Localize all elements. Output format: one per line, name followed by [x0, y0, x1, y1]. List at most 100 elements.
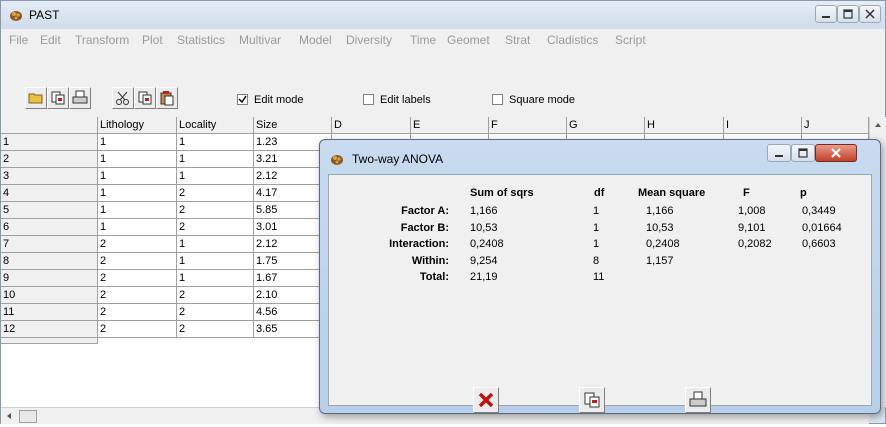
row-header[interactable]: 12	[1, 321, 98, 338]
cut-button[interactable]	[112, 87, 134, 109]
window-title: PAST	[29, 8, 60, 22]
print-button[interactable]	[69, 87, 91, 109]
grid-cell[interactable]: 2	[177, 321, 254, 338]
dialog-title: Two-way ANOVA	[352, 152, 444, 166]
grid-cell[interactable]: 2	[177, 202, 254, 219]
past-logo-icon	[331, 155, 343, 165]
scroll-left-icon[interactable]	[1, 408, 17, 424]
grid-cell[interactable]: 2	[98, 287, 177, 304]
anova-value-p: 0,3449	[802, 205, 836, 217]
row-header[interactable]: 1	[1, 134, 98, 151]
grid-cell[interactable]: 2	[177, 185, 254, 202]
column-header[interactable]: Locality	[177, 117, 254, 134]
anova-value-f: 1,008	[738, 205, 766, 217]
header-p: p	[800, 187, 807, 199]
grid-cell[interactable]: 1	[177, 134, 254, 151]
grid-cell[interactable]: 1	[177, 168, 254, 185]
menu-model[interactable]: Model	[299, 33, 332, 47]
header-mean-square: Mean square	[638, 187, 706, 199]
red-x-icon	[478, 392, 494, 408]
column-header[interactable]: D	[332, 117, 411, 134]
menu-edit[interactable]: Edit	[40, 33, 61, 47]
grid-cell[interactable]: 2	[177, 304, 254, 321]
grid-corner[interactable]	[1, 117, 98, 134]
row-header[interactable]: 3	[1, 168, 98, 185]
row-header[interactable]: 8	[1, 253, 98, 270]
menu-strat[interactable]: Strat	[505, 33, 530, 47]
menu-multivar[interactable]: Multivar	[239, 33, 281, 47]
grid-cell[interactable]: 2	[98, 304, 177, 321]
anova-value-ms: 10,53	[646, 221, 674, 234]
open-button[interactable]	[25, 87, 47, 109]
grid-cell[interactable]: 1	[177, 270, 254, 287]
edit-mode-label: Edit mode	[254, 94, 304, 106]
row-header[interactable]: 2	[1, 151, 98, 168]
menu-geomet[interactable]: Geomet	[447, 33, 490, 47]
minimize-button[interactable]	[815, 5, 837, 23]
grid-cell[interactable]: 2	[98, 236, 177, 253]
row-header[interactable]: 5	[1, 202, 98, 219]
dialog-close-button[interactable]	[815, 144, 857, 162]
menu-transform[interactable]: Transform	[75, 33, 129, 47]
grid-cell[interactable]: 1	[177, 151, 254, 168]
square-mode-box	[492, 94, 503, 105]
menu-time[interactable]: Time	[410, 33, 436, 47]
grid-cell[interactable]: 2	[177, 287, 254, 304]
menu-cladistics[interactable]: Cladistics	[547, 33, 598, 47]
dialog-maximize-button[interactable]	[791, 144, 815, 162]
grid-cell[interactable]: 2	[98, 253, 177, 270]
close-button[interactable]	[859, 5, 881, 23]
paste-button[interactable]	[156, 87, 178, 109]
column-header[interactable]: H	[645, 117, 724, 134]
past-logo-icon	[10, 11, 22, 21]
row-header[interactable]: 7	[1, 236, 98, 253]
grid-cell[interactable]: 1	[98, 168, 177, 185]
copy-results-button[interactable]	[579, 387, 605, 413]
row-header[interactable]: 10	[1, 287, 98, 304]
anova-value-df: 8	[593, 254, 600, 267]
grid-cell[interactable]: 1	[98, 151, 177, 168]
column-header[interactable]: J	[802, 117, 869, 134]
grid-cell[interactable]: 2	[98, 270, 177, 287]
anova-value-ss: 10,53	[470, 221, 498, 234]
grid-cell[interactable]: 1	[98, 202, 177, 219]
anova-value-ms: 1,166	[646, 205, 674, 217]
scroll-thumb[interactable]	[19, 410, 37, 423]
column-header[interactable]: Lithology	[98, 117, 177, 134]
dialog-minimize-button[interactable]	[767, 144, 791, 162]
close-dialog-button[interactable]	[473, 387, 499, 413]
copy-icon	[51, 91, 65, 105]
toolbar: Edit mode Edit labels Square mode	[1, 51, 885, 117]
grid-cell[interactable]: 1	[177, 236, 254, 253]
dialog-body: Sum of sqrs df Mean square F p Factor A:…	[328, 174, 872, 413]
row-header[interactable]: 6	[1, 219, 98, 236]
row-header[interactable]	[1, 338, 98, 344]
menu-statistics[interactable]: Statistics	[177, 33, 225, 47]
column-header[interactable]: F	[489, 117, 567, 134]
anova-value-ss: 1,166	[470, 205, 498, 217]
print-results-button[interactable]	[685, 387, 711, 413]
grid-cell[interactable]: 2	[98, 321, 177, 338]
menu-file[interactable]: File	[9, 33, 28, 47]
row-header[interactable]: 11	[1, 304, 98, 321]
column-header[interactable]: I	[724, 117, 802, 134]
anova-value-df: 1	[593, 221, 600, 234]
menu-script[interactable]: Script	[615, 33, 646, 47]
save-button[interactable]	[47, 87, 69, 109]
row-header[interactable]: 4	[1, 185, 98, 202]
maximize-button[interactable]	[837, 5, 859, 23]
grid-cell[interactable]: 1	[98, 219, 177, 236]
menu-diversity[interactable]: Diversity	[346, 33, 392, 47]
column-header[interactable]: G	[567, 117, 645, 134]
grid-cell[interactable]: 1	[98, 185, 177, 202]
grid-cell[interactable]: 1	[177, 253, 254, 270]
menu-plot[interactable]: Plot	[142, 33, 163, 47]
column-header[interactable]: E	[411, 117, 489, 134]
grid-cell[interactable]: 1	[98, 134, 177, 151]
cut-icon	[116, 91, 129, 105]
copy-button[interactable]	[134, 87, 156, 109]
scroll-up-icon[interactable]	[870, 117, 886, 133]
column-header[interactable]: Size	[254, 117, 332, 134]
row-header[interactable]: 9	[1, 270, 98, 287]
grid-cell[interactable]: 2	[177, 219, 254, 236]
